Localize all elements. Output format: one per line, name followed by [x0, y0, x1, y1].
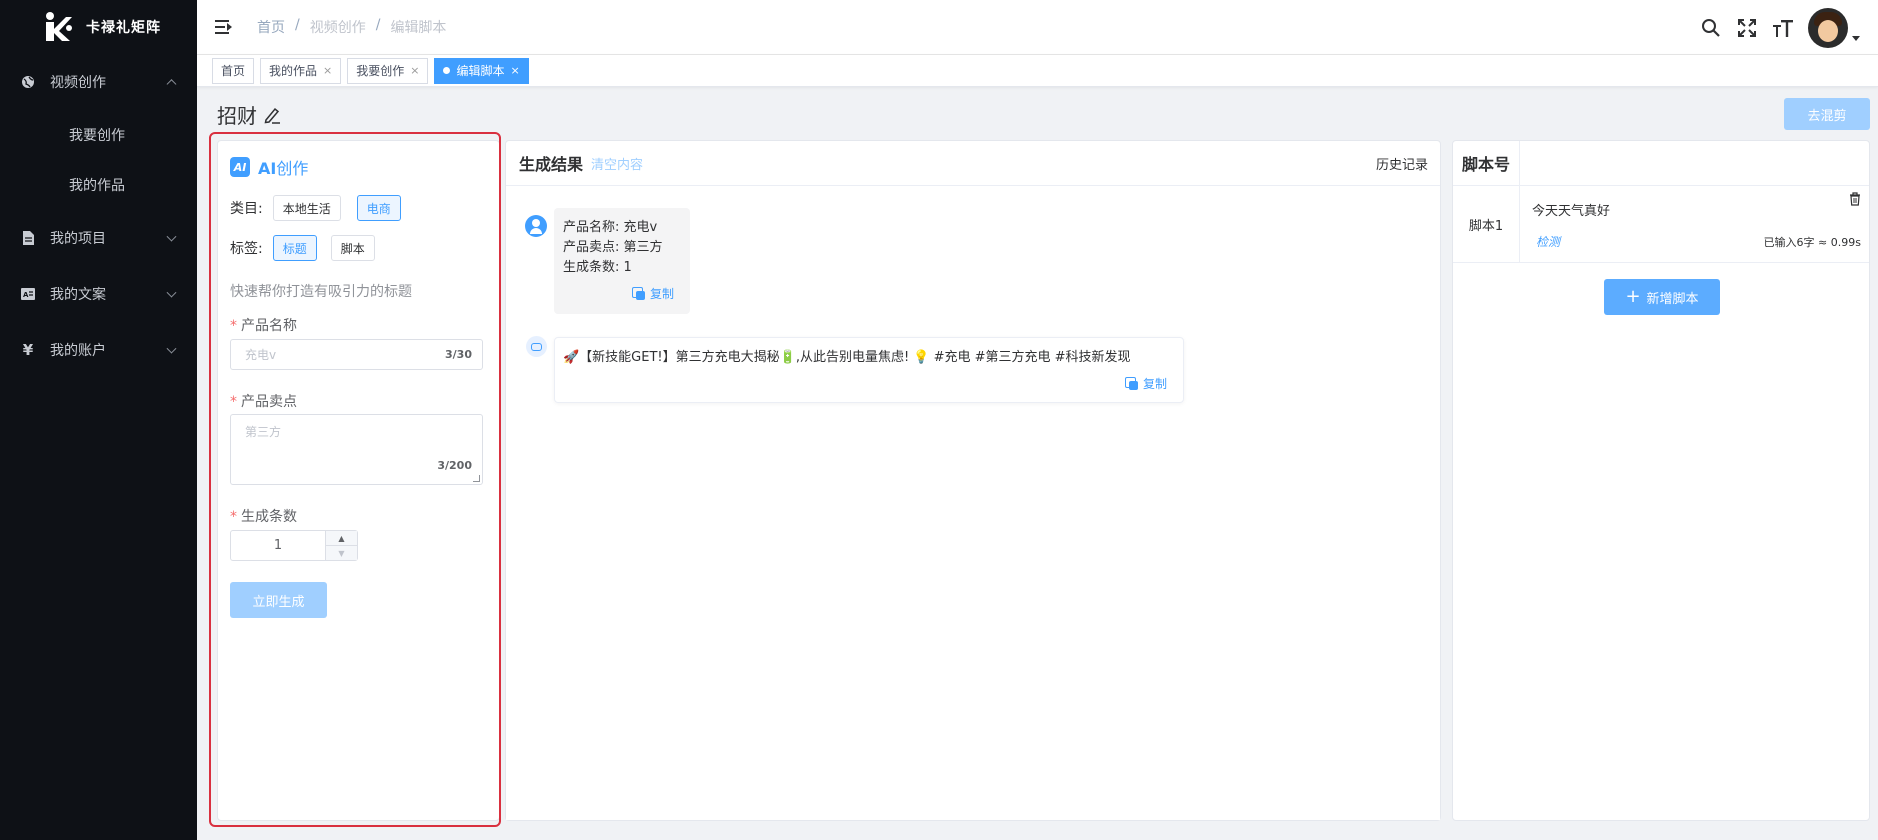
- sidebar: 卡禄礼矩阵 视频创作 我要创作 我的作品 我的项目 A 我的文案 ¥ 我的账户: [0, 0, 197, 840]
- fullscreen-icon[interactable]: [1736, 17, 1758, 39]
- caret-down-icon[interactable]: [1852, 35, 1860, 41]
- copy-icon: [631, 287, 646, 301]
- gen-count-label: * 生成条数: [230, 509, 297, 525]
- logo[interactable]: 卡禄礼矩阵: [0, 0, 197, 54]
- breadcrumb-edit-script: 编辑脚本: [390, 20, 447, 36]
- menu-my-copy[interactable]: A 我的文案: [0, 266, 197, 322]
- gen-count-stepper[interactable]: 1 ▲ ▼: [230, 530, 358, 561]
- increase-arrow-icon[interactable]: ▲: [326, 531, 357, 546]
- hamburger-icon[interactable]: [215, 20, 233, 34]
- resize-handle[interactable]: [473, 475, 480, 482]
- script-stats: 已输入6字 ≈ 0.99s: [1763, 236, 1861, 249]
- globe-icon: [20, 74, 36, 90]
- product-name-label: * 产品名称: [230, 318, 297, 334]
- breadcrumb-video-creation: 视频创作: [309, 20, 366, 36]
- script-content[interactable]: 今天天气真好 检测 已输入6字 ≈ 0.99s: [1520, 186, 1869, 262]
- font-size-icon[interactable]: [1772, 17, 1794, 39]
- robot-icon: [526, 336, 547, 357]
- avatar[interactable]: [1808, 8, 1848, 48]
- scripts-header: 脚本号: [1453, 141, 1869, 186]
- breadcrumb-home[interactable]: 首页: [257, 17, 285, 37]
- menu-my-projects[interactable]: 我的项目: [0, 210, 197, 266]
- close-icon[interactable]: ×: [323, 64, 332, 77]
- category-local-life[interactable]: 本地生活: [272, 195, 341, 221]
- menu-video-creation[interactable]: 视频创作: [0, 54, 197, 110]
- add-script-button[interactable]: + 新增脚本: [1604, 279, 1720, 315]
- generate-button[interactable]: 立即生成: [230, 582, 327, 618]
- tag-title[interactable]: 标题: [272, 235, 317, 261]
- active-dot-icon: [443, 67, 451, 74]
- script-text[interactable]: 今天天气真好: [1532, 200, 1610, 219]
- results-title: 生成结果: [519, 155, 584, 174]
- logo-icon: [46, 12, 72, 41]
- chevron-down-icon: [166, 231, 177, 242]
- decrease-arrow-icon[interactable]: ▼: [326, 546, 357, 560]
- scripts-panel: 脚本号 脚本1 今天天气真好 检测 已输入6字 ≈ 0.99s + 新增脚本: [1452, 140, 1870, 821]
- page-title: 招财: [217, 100, 281, 129]
- chevron-down-icon: [166, 287, 177, 298]
- tag-row: 标签: 标题 脚本: [230, 235, 375, 261]
- tag-my-works[interactable]: 我的作品 ×: [260, 57, 342, 84]
- plus-icon: +: [1625, 286, 1641, 307]
- tags-view: 首页 我的作品 × 我要创作 × 编辑脚本 ×: [197, 55, 1878, 87]
- selling-point-label: * 产品卖点: [230, 394, 297, 410]
- menu-my-account[interactable]: ¥ 我的账户: [0, 322, 197, 378]
- menu-label: 视频创作: [50, 75, 106, 91]
- results-panel: 生成结果 清空内容 历史记录 产品名称: 充电v 产品卖点: 第三方 生成条数:…: [505, 140, 1441, 821]
- top-navbar: 首页 / 视频创作 / 编辑脚本: [197, 0, 1878, 55]
- edit-pen-icon[interactable]: [263, 106, 281, 124]
- selling-point-textarea[interactable]: 第三方 3/200: [230, 414, 483, 485]
- submenu-create[interactable]: 我要创作: [0, 110, 197, 160]
- menu-label: 我的文案: [50, 287, 106, 303]
- user-message: 产品名称: 充电v 产品卖点: 第三方 生成条数: 1 复制: [554, 208, 690, 314]
- tag-edit-script[interactable]: 编辑脚本 ×: [434, 57, 529, 84]
- ai-creation-header: AI AI创作: [230, 155, 308, 179]
- svg-text:A: A: [23, 291, 29, 299]
- ai-badge-icon: AI: [230, 157, 250, 177]
- top-right-tools: [1700, 8, 1860, 48]
- bot-message: 🚀【新技能GET!】第三方充电大揭秘🔋,从此告别电量焦虑! 💡 #充电 #第三方…: [554, 337, 1184, 403]
- script-row: 脚本1 今天天气真好 检测 已输入6字 ≈ 0.99s: [1453, 186, 1869, 263]
- tag-home[interactable]: 首页: [212, 57, 255, 84]
- user-icon: [525, 215, 547, 237]
- trash-icon[interactable]: [1849, 192, 1861, 206]
- category-label: 类目:: [230, 201, 263, 217]
- close-icon[interactable]: ×: [410, 64, 419, 77]
- page-title-text: 招财: [217, 104, 257, 128]
- category-row: 类目: 本地生活 电商: [230, 195, 401, 221]
- breadcrumb: 首页 / 视频创作 / 编辑脚本: [257, 17, 447, 37]
- menu-label: 我的账户: [50, 343, 106, 359]
- results-body: 产品名称: 充电v 产品卖点: 第三方 生成条数: 1 复制 🚀【新技能GET!…: [506, 186, 1440, 820]
- menu-label: 我的项目: [50, 231, 106, 247]
- product-name-input[interactable]: 充电v 3/30: [230, 339, 483, 370]
- app-name: 卡禄礼矩阵: [86, 20, 161, 36]
- char-count: 3/200: [437, 459, 472, 472]
- document-icon: [20, 230, 36, 246]
- tag-script[interactable]: 脚本: [330, 235, 375, 261]
- ai-creation-panel: AI AI创作 类目: 本地生活 电商 标签: 标题 脚本 快速帮你打造有吸引力…: [217, 140, 500, 821]
- category-ecommerce[interactable]: 电商: [356, 195, 401, 221]
- chevron-down-icon: [166, 343, 177, 354]
- text-card-icon: A: [20, 286, 36, 302]
- tag-label: 标签:: [230, 241, 263, 257]
- copy-button[interactable]: 复制: [1124, 375, 1167, 392]
- chevron-up-icon: [166, 79, 177, 90]
- script-number: 脚本1: [1453, 186, 1520, 262]
- copy-icon: [1124, 376, 1139, 391]
- scripts-header-label: 脚本号: [1453, 141, 1520, 185]
- gen-count-value[interactable]: 1: [231, 531, 325, 560]
- clear-content-link[interactable]: 清空内容: [591, 154, 643, 173]
- detect-link[interactable]: 检测: [1536, 233, 1560, 250]
- hint-text: 快速帮你打造有吸引力的标题: [230, 284, 412, 300]
- submenu-my-works[interactable]: 我的作品: [0, 160, 197, 210]
- results-header: 生成结果 清空内容 历史记录: [506, 141, 1440, 186]
- yen-icon: ¥: [22, 341, 34, 359]
- copy-button[interactable]: 复制: [631, 284, 674, 304]
- go-mix-button[interactable]: 去混剪: [1784, 98, 1870, 130]
- close-icon[interactable]: ×: [511, 64, 520, 77]
- history-link[interactable]: 历史记录: [1376, 154, 1428, 173]
- tag-create[interactable]: 我要创作 ×: [347, 57, 429, 84]
- char-count: 3/30: [445, 348, 472, 361]
- search-icon[interactable]: [1700, 17, 1722, 39]
